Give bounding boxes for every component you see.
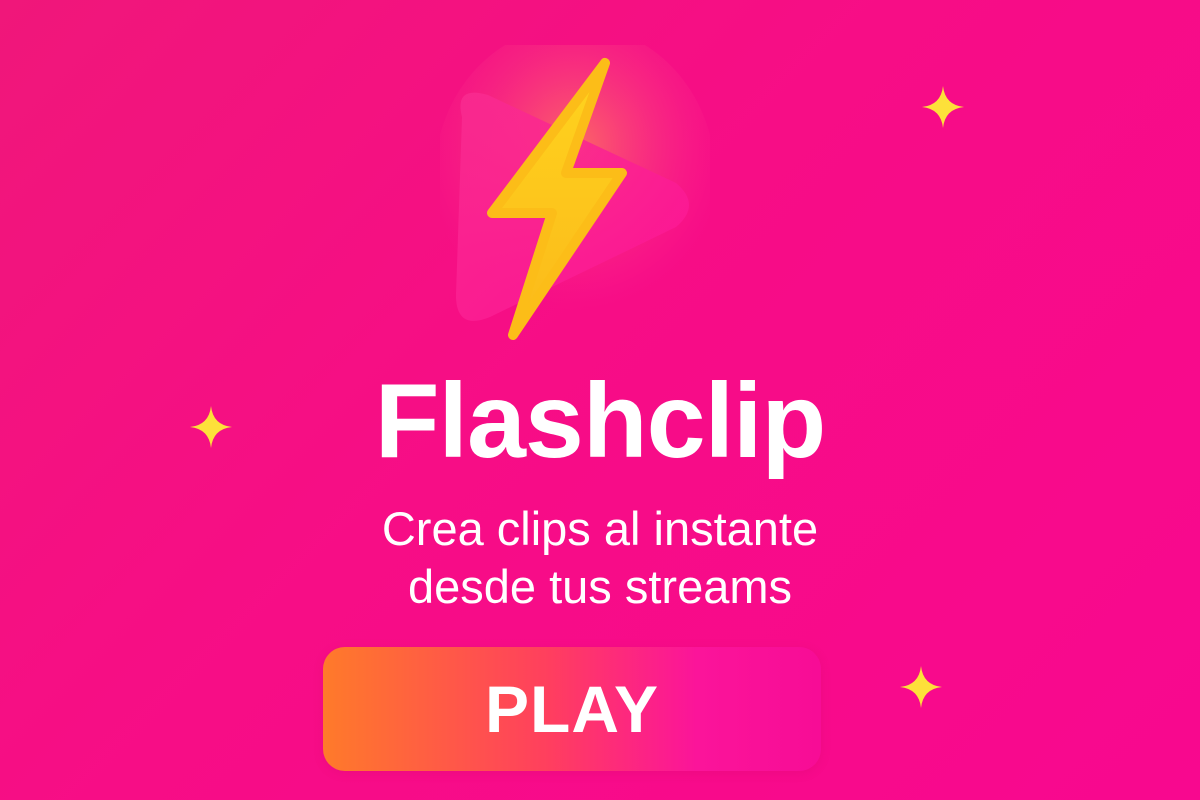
play-button[interactable]: PLAY (323, 647, 821, 771)
sparkle-icon (898, 664, 944, 710)
app-title: Flashclip (374, 362, 826, 480)
play-button-label: PLAY (485, 672, 659, 746)
tagline-line-1: Crea clips al instante (381, 502, 819, 555)
app-tagline: Crea clips al instante desde tus streams (0, 500, 1200, 616)
app-logo-graphic (440, 45, 710, 340)
sparkle-icon (920, 84, 966, 130)
tagline-line-2: desde tus streams (407, 560, 792, 613)
app-logo (440, 45, 710, 355)
